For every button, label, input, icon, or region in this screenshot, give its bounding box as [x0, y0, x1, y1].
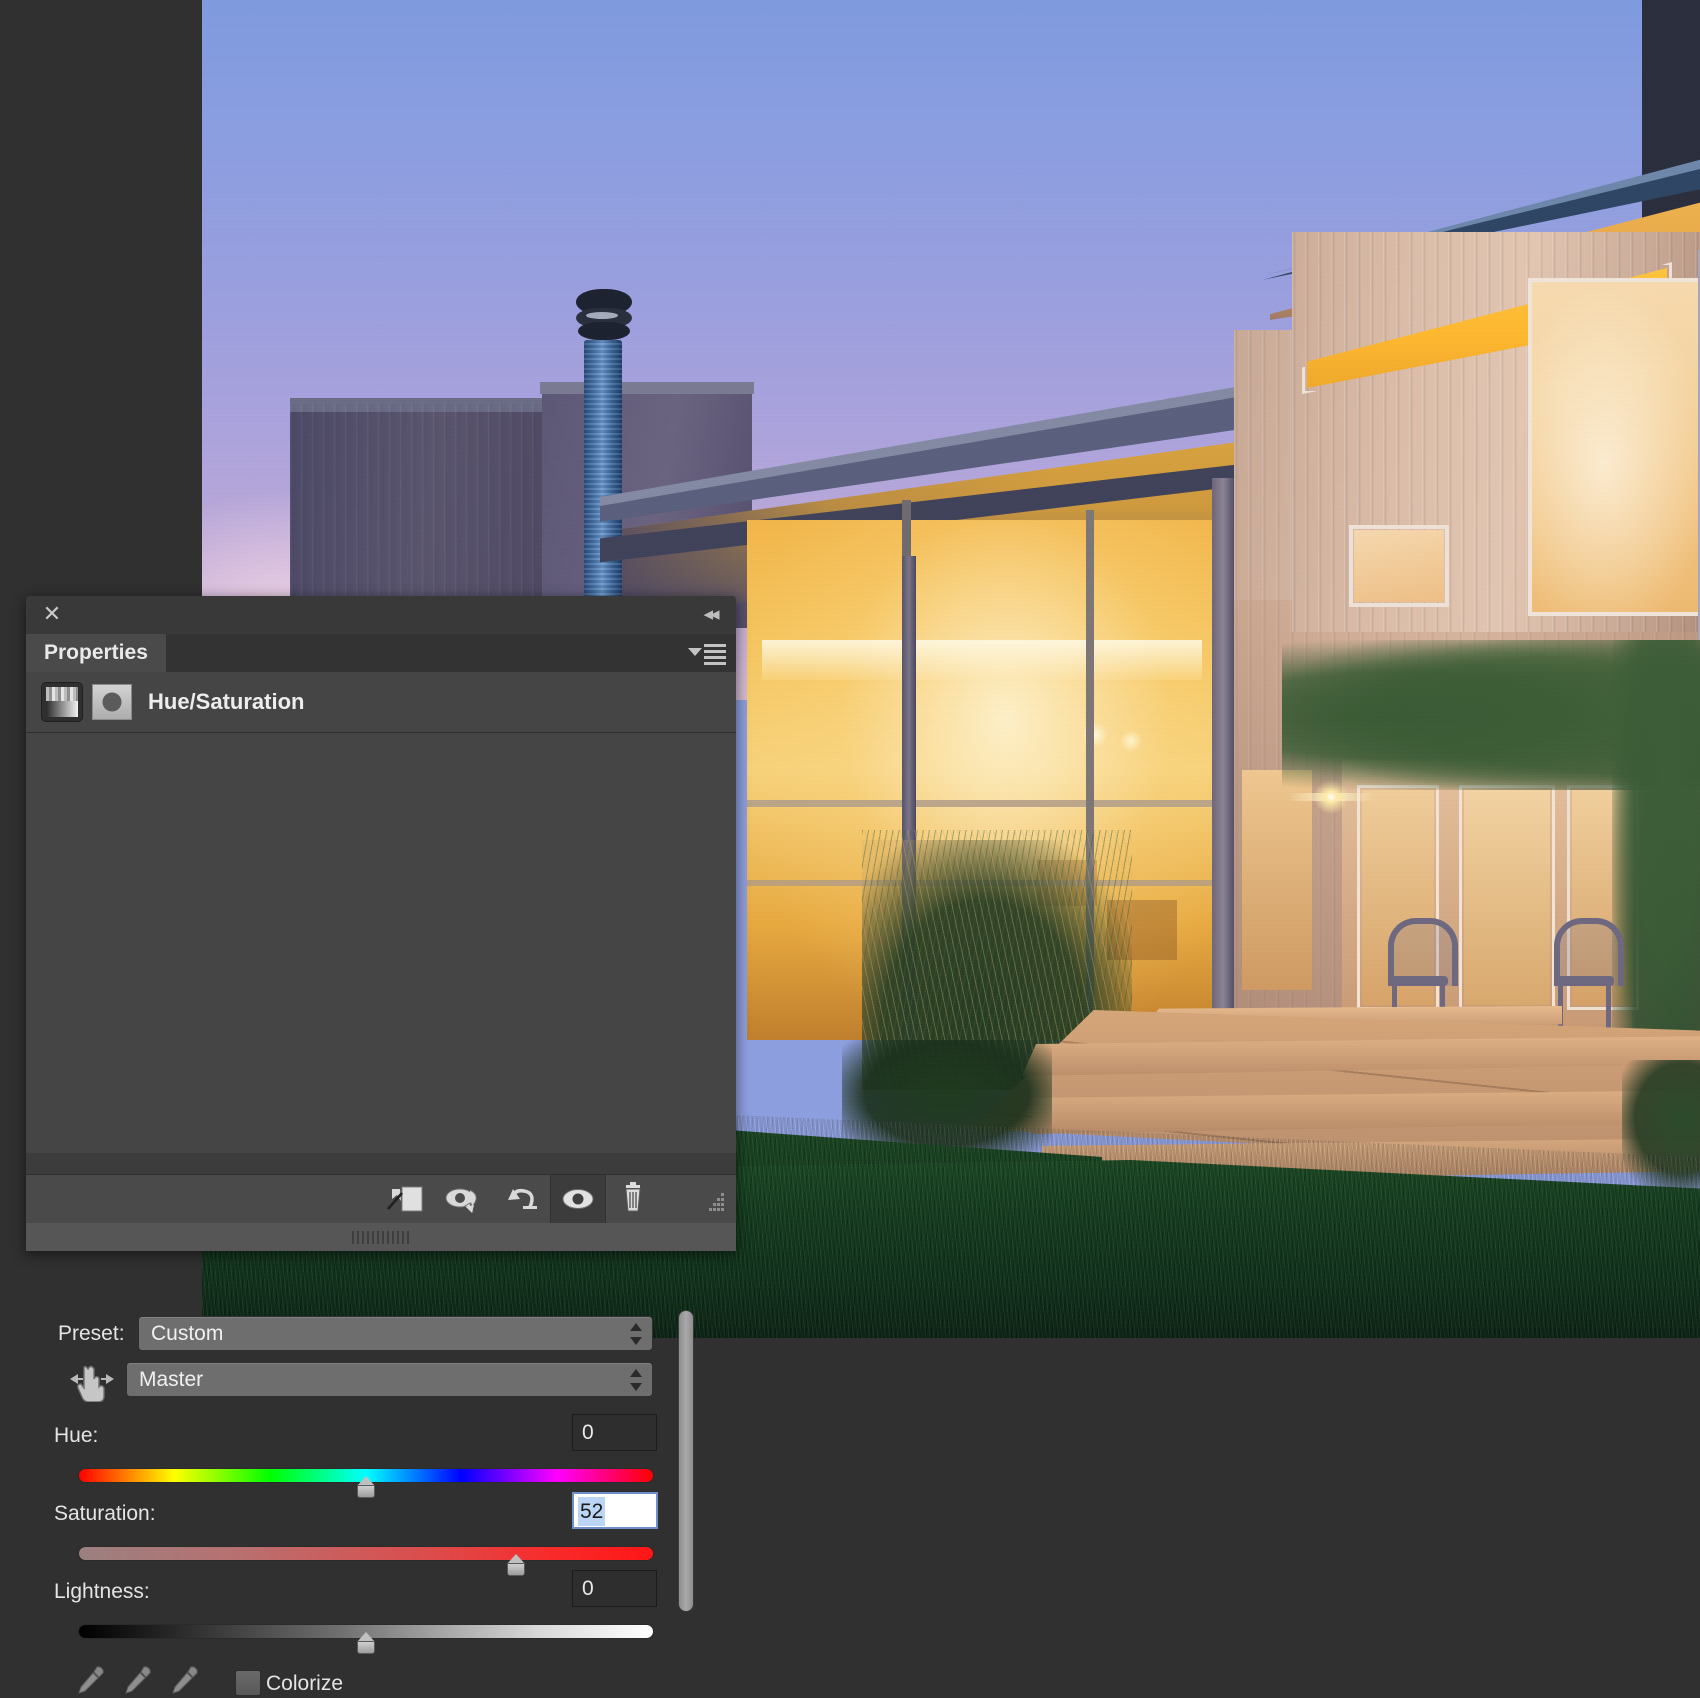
panel-body	[26, 733, 736, 1153]
channel-dropdown[interactable]: Master	[126, 1362, 653, 1397]
preset-value: Custom	[151, 1322, 224, 1345]
structural-post	[1212, 478, 1234, 1058]
eyedropper-subtract-icon[interactable]	[170, 1664, 200, 1698]
saturation-label: Saturation:	[54, 1502, 156, 1525]
upper-window-frame	[1528, 278, 1700, 616]
eyedropper-icon[interactable]	[76, 1664, 106, 1698]
panel-footer	[26, 1174, 736, 1223]
hue-slider-thumb[interactable]	[353, 1476, 379, 1502]
tab-properties[interactable]: Properties	[26, 634, 166, 672]
colorize-label: Colorize	[266, 1672, 344, 1695]
preset-dropdown[interactable]: Custom	[138, 1316, 653, 1351]
layer-mask-thumbnail-icon[interactable]	[92, 684, 132, 720]
eyedropper-add-icon[interactable]	[123, 1664, 153, 1698]
clip-to-layer-icon[interactable]	[378, 1175, 432, 1223]
adjustment-title: Hue/Saturation	[148, 689, 305, 714]
saturation-slider-thumb[interactable]	[503, 1554, 529, 1580]
collapse-to-icons-icon[interactable]: ◂◂	[696, 603, 724, 627]
vine-right	[1612, 640, 1700, 1060]
lightness-input[interactable]: 0	[572, 1570, 657, 1607]
panel-tabbar: Properties	[26, 634, 736, 672]
panel-scrollbar-thumb[interactable]	[679, 1311, 693, 1611]
properties-panel[interactable]: ✕ ◂◂ Properties Hue/Saturation Preset: C…	[26, 596, 736, 1696]
panel-resize-strip[interactable]	[26, 1223, 736, 1251]
preset-label: Preset:	[58, 1322, 125, 1345]
panel-titlebar[interactable]: ✕ ◂◂	[26, 596, 736, 634]
hue-saturation-adjustment-icon[interactable]	[41, 682, 83, 722]
panel-menu-icon[interactable]	[688, 642, 726, 665]
toggle-layer-visibility-icon[interactable]	[550, 1175, 606, 1223]
saturation-input-value: 52	[578, 1497, 606, 1526]
chimney-cap-low	[578, 322, 630, 340]
adjustment-header: Hue/Saturation	[26, 672, 736, 733]
panel-resize-grip[interactable]	[352, 1231, 410, 1244]
panel-scrollbar[interactable]	[678, 1310, 694, 1612]
chimney-cap-highlight	[586, 312, 618, 319]
saturation-slider-track[interactable]	[78, 1546, 654, 1561]
close-icon[interactable]: ✕	[39, 601, 65, 627]
lower-window	[1242, 770, 1312, 990]
hue-label: Hue:	[54, 1424, 99, 1447]
lightness-slider-thumb[interactable]	[353, 1632, 379, 1658]
interior-lamp	[1120, 730, 1142, 752]
view-previous-state-icon[interactable]	[438, 1175, 492, 1223]
resize-grip-icon[interactable]	[700, 1191, 726, 1213]
targeted-adjustment-hand-icon[interactable]	[66, 1360, 118, 1402]
reset-adjustment-icon[interactable]	[496, 1175, 550, 1223]
window-transom	[747, 800, 1217, 807]
interior-ceiling	[762, 640, 1202, 680]
saturation-input[interactable]: 52	[572, 1492, 658, 1529]
door-frame	[1459, 785, 1555, 1010]
mid-block-cap	[540, 382, 754, 394]
hue-input[interactable]: 0	[572, 1414, 657, 1451]
delete-adjustment-layer-icon[interactable]	[606, 1175, 660, 1223]
small-window-frame	[1349, 525, 1449, 607]
chevron-updown-icon	[630, 1369, 642, 1391]
colorize-checkbox[interactable]	[235, 1670, 261, 1696]
chevron-updown-icon	[630, 1323, 642, 1345]
channel-value: Master	[139, 1368, 204, 1391]
lightness-label: Lightness:	[54, 1580, 150, 1603]
